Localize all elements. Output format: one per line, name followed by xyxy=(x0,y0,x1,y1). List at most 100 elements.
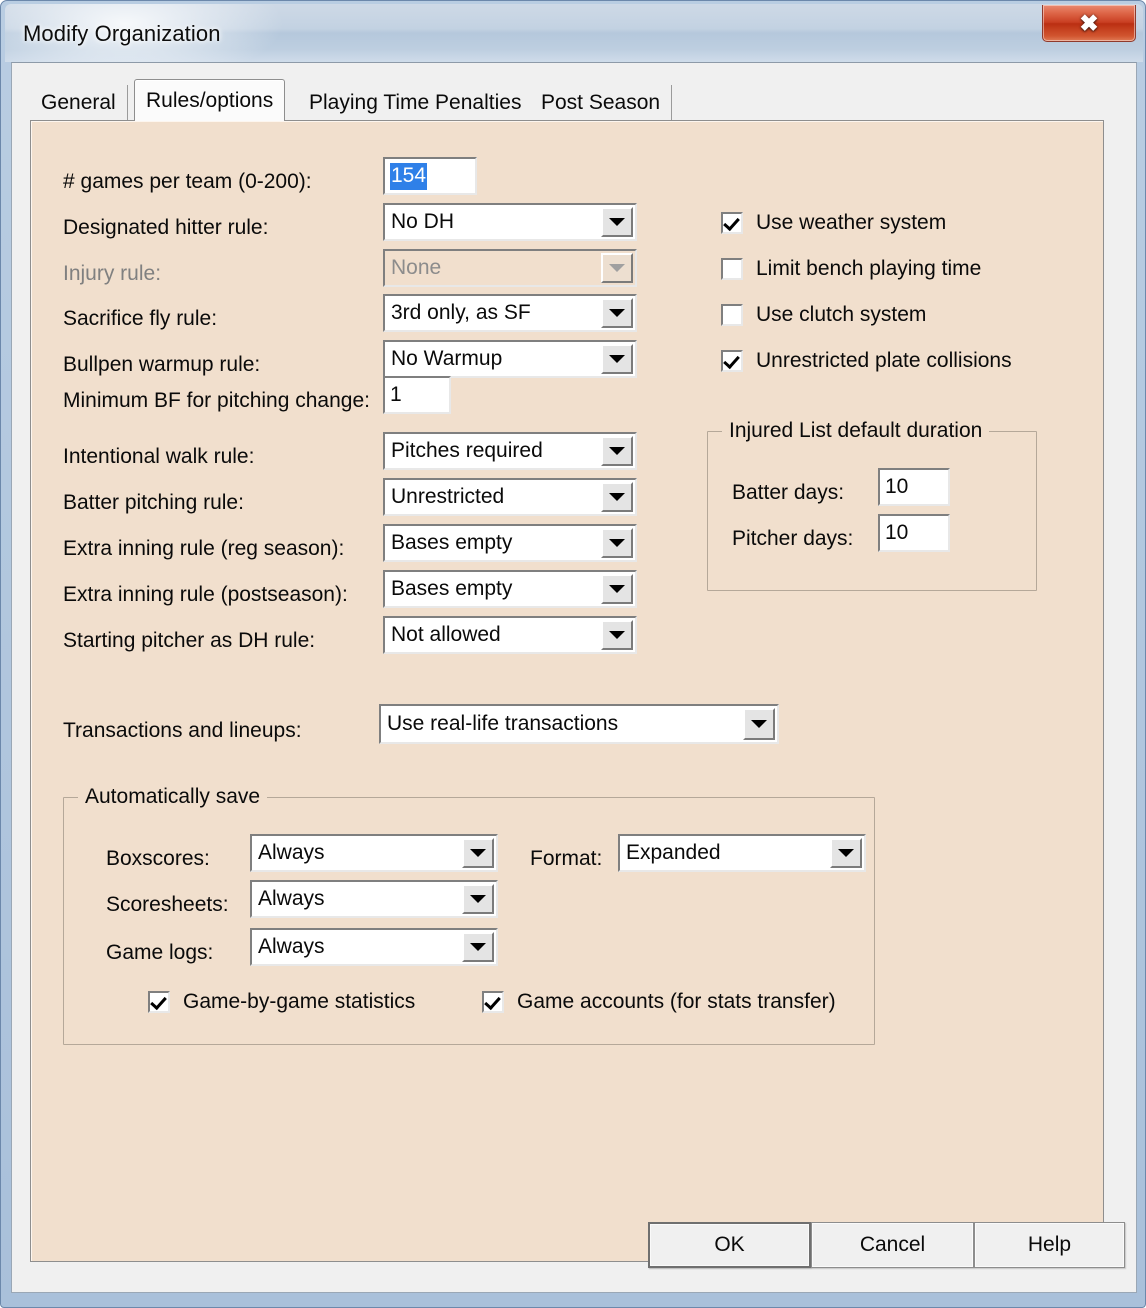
chevron-down-icon[interactable] xyxy=(601,574,633,604)
chevron-down-icon[interactable] xyxy=(830,838,862,868)
injured-list-group: Injured List default duration Batter day… xyxy=(707,419,1037,591)
chevron-down-icon xyxy=(601,253,633,283)
minimum-bf-input[interactable]: 1 xyxy=(383,376,451,414)
pitcher-days-label: Pitcher days: xyxy=(732,527,854,550)
extra-inning-reg-value: Bases empty xyxy=(391,531,513,554)
checkbox-icon[interactable] xyxy=(721,212,743,234)
bullpen-warmup-value: No Warmup xyxy=(391,347,503,370)
games-per-team-label: # games per team (0-200): xyxy=(63,170,312,193)
game-logs-select[interactable]: Always xyxy=(250,928,498,966)
bullpen-warmup-label: Bullpen warmup rule: xyxy=(63,353,261,376)
title-bar[interactable]: Modify Organization ✖ xyxy=(5,4,1143,62)
checkbox-label: Game accounts (for stats transfer) xyxy=(517,990,836,1013)
tab-post-season[interactable]: Post Season xyxy=(530,85,673,121)
checkbox-limit-bench-playing-time[interactable]: Limit bench playing time xyxy=(721,257,981,281)
checkbox-label: Game-by-game statistics xyxy=(183,990,416,1013)
transactions-select[interactable]: Use real-life transactions xyxy=(379,704,779,744)
help-button-label: Help xyxy=(1027,1233,1072,1256)
minimum-bf-value: 1 xyxy=(390,383,402,406)
ok-button[interactable]: OK xyxy=(648,1222,811,1268)
close-button[interactable]: ✖ xyxy=(1042,5,1136,42)
tab-rules-options[interactable]: Rules/options xyxy=(134,79,286,121)
starting-pitcher-dh-value: Not allowed xyxy=(391,623,501,646)
injury-rule-value: None xyxy=(391,256,442,279)
tab-general[interactable]: General xyxy=(30,85,128,121)
checkbox-icon[interactable] xyxy=(148,991,170,1013)
scoresheets-label: Scoresheets: xyxy=(106,893,229,916)
chevron-down-icon[interactable] xyxy=(743,708,775,740)
ok-button-label: OK xyxy=(714,1233,745,1256)
chevron-down-icon[interactable] xyxy=(601,298,633,328)
starting-pitcher-dh-label: Starting pitcher as DH rule: xyxy=(63,629,316,652)
window-title: Modify Organization xyxy=(23,21,221,46)
cancel-button[interactable]: Cancel xyxy=(811,1222,974,1268)
game-logs-label: Game logs: xyxy=(106,941,214,964)
tab-page-rules-options: # games per team (0-200): 154 Designated… xyxy=(30,120,1104,1262)
starting-pitcher-dh-select[interactable]: Not allowed xyxy=(383,616,637,654)
checkbox-icon[interactable] xyxy=(482,991,504,1013)
injured-list-group-title: Injured List default duration xyxy=(722,419,990,443)
help-button[interactable]: Help xyxy=(974,1222,1125,1268)
games-per-team-value: 154 xyxy=(390,162,428,190)
injury-rule-select: None xyxy=(383,249,637,287)
cancel-button-label: Cancel xyxy=(859,1233,926,1256)
sacrifice-fly-label: Sacrifice fly rule: xyxy=(63,307,218,330)
extra-inning-reg-select[interactable]: Bases empty xyxy=(383,524,637,562)
extra-inning-post-select[interactable]: Bases empty xyxy=(383,570,637,608)
batter-pitching-value: Unrestricted xyxy=(391,485,505,508)
chevron-down-icon[interactable] xyxy=(601,344,633,374)
scoresheets-select[interactable]: Always xyxy=(250,880,498,918)
checkbox-icon[interactable] xyxy=(721,258,743,280)
tab-label: Playing Time Penalties xyxy=(309,91,522,114)
automatically-save-group: Automatically save Boxscores: Always For… xyxy=(63,785,875,1045)
checkbox-use-clutch-system[interactable]: Use clutch system xyxy=(721,303,926,327)
automatically-save-group-title: Automatically save xyxy=(78,785,268,809)
tab-label: General xyxy=(41,91,116,114)
boxscores-select[interactable]: Always xyxy=(250,834,498,872)
pitcher-days-input[interactable]: 10 xyxy=(878,514,950,552)
transactions-label: Transactions and lineups: xyxy=(63,719,302,742)
intentional-walk-select[interactable]: Pitches required xyxy=(383,432,637,470)
checkbox-unrestricted-plate-collisions[interactable]: Unrestricted plate collisions xyxy=(721,349,1012,373)
bullpen-warmup-select[interactable]: No Warmup xyxy=(383,340,637,378)
tab-label: Rules/options xyxy=(146,88,274,112)
sacrifice-fly-value: 3rd only, as SF xyxy=(391,301,531,324)
checkbox-label: Use clutch system xyxy=(756,303,927,326)
extra-inning-reg-label: Extra inning rule (reg season): xyxy=(63,537,345,560)
checkbox-label: Unrestricted plate collisions xyxy=(756,349,1012,372)
batter-pitching-select[interactable]: Unrestricted xyxy=(383,478,637,516)
tab-label: Post Season xyxy=(541,91,661,114)
extra-inning-post-label: Extra inning rule (postseason): xyxy=(63,583,348,606)
chevron-down-icon[interactable] xyxy=(601,207,633,237)
batter-days-input[interactable]: 10 xyxy=(878,468,950,506)
checkbox-icon[interactable] xyxy=(721,350,743,372)
chevron-down-icon[interactable] xyxy=(601,620,633,650)
extra-inning-post-value: Bases empty xyxy=(391,577,513,600)
sacrifice-fly-select[interactable]: 3rd only, as SF xyxy=(383,294,637,332)
format-select[interactable]: Expanded xyxy=(618,834,866,872)
batter-days-value: 10 xyxy=(885,475,909,498)
pitcher-days-value: 10 xyxy=(885,521,909,544)
chevron-down-icon[interactable] xyxy=(462,884,494,914)
chevron-down-icon[interactable] xyxy=(601,436,633,466)
chevron-down-icon[interactable] xyxy=(601,482,633,512)
close-icon: ✖ xyxy=(1079,9,1099,36)
designated-hitter-select[interactable]: No DH xyxy=(383,203,637,241)
minimum-bf-label: Minimum BF for pitching change: xyxy=(63,389,370,412)
game-logs-value: Always xyxy=(258,935,325,958)
transactions-value: Use real-life transactions xyxy=(387,712,619,735)
scoresheets-value: Always xyxy=(258,887,325,910)
boxscores-value: Always xyxy=(258,841,325,864)
checkbox-game-by-game-statistics[interactable]: Game-by-game statistics xyxy=(148,990,415,1014)
checkbox-game-accounts[interactable]: Game accounts (for stats transfer) xyxy=(482,990,836,1014)
chevron-down-icon[interactable] xyxy=(601,528,633,558)
dialog-footer: OK Cancel Help xyxy=(12,1206,1136,1292)
format-label: Format: xyxy=(530,847,603,870)
intentional-walk-value: Pitches required xyxy=(391,439,543,462)
checkbox-use-weather-system[interactable]: Use weather system xyxy=(721,211,946,235)
games-per-team-input[interactable]: 154 xyxy=(383,157,477,195)
tab-playing-time-penalties[interactable]: Playing Time Penalties xyxy=(298,85,534,121)
checkbox-icon[interactable] xyxy=(721,304,743,326)
chevron-down-icon[interactable] xyxy=(462,838,494,868)
chevron-down-icon[interactable] xyxy=(462,932,494,962)
